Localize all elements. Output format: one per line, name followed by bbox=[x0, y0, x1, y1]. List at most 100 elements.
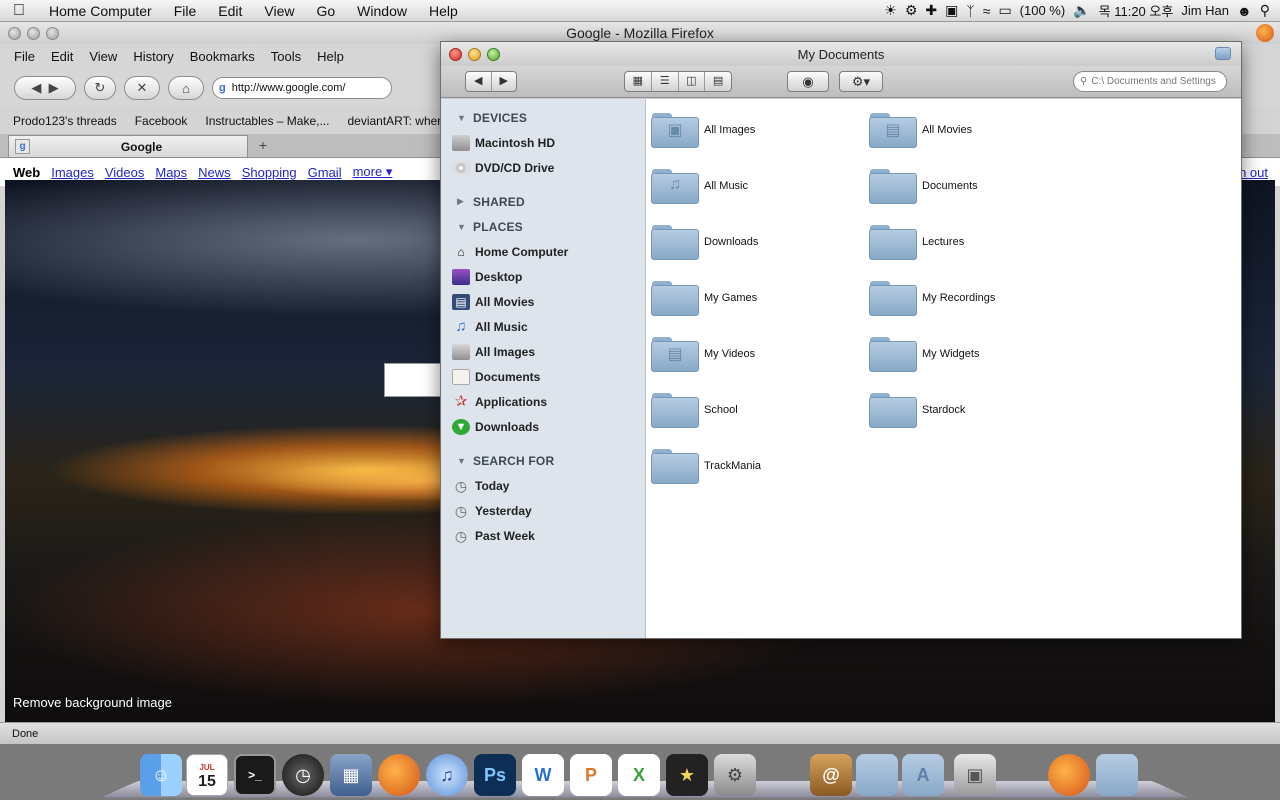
ff-menu-tools[interactable]: Tools bbox=[263, 49, 309, 64]
back-forward-button[interactable]: ◀ ▶ bbox=[14, 76, 76, 100]
menu-edit[interactable]: Edit bbox=[207, 3, 253, 19]
back-icon[interactable]: ◀ bbox=[31, 80, 41, 96]
folder-all-images[interactable]: ▣ All Images bbox=[651, 107, 861, 153]
google-link-web[interactable]: Web bbox=[13, 165, 40, 180]
bookmark-item[interactable]: Facebook bbox=[135, 114, 188, 128]
trash-icon[interactable]: ▣ bbox=[954, 754, 996, 796]
bluetooth-icon[interactable]: ᛉ bbox=[966, 3, 974, 19]
new-tab-button[interactable]: + bbox=[252, 137, 274, 157]
folder-downloads[interactable]: Downloads bbox=[651, 219, 861, 265]
coverflow-view-icon[interactable]: ▤ bbox=[705, 72, 731, 91]
bookmark-item[interactable]: deviantART: where bbox=[347, 114, 448, 128]
cross-icon[interactable]: ✚ bbox=[925, 2, 937, 19]
disclosure-open-icon[interactable]: ▼ bbox=[457, 456, 473, 466]
sidebar-item-home-computer[interactable]: ⌂ Home Computer bbox=[441, 239, 645, 264]
imovie-app-icon[interactable]: ★ bbox=[666, 754, 708, 796]
google-link-shopping[interactable]: Shopping bbox=[242, 165, 297, 180]
stop-button[interactable]: ✕ bbox=[124, 76, 160, 100]
applications-stack-icon[interactable]: A bbox=[902, 754, 944, 796]
google-link-gmail[interactable]: Gmail bbox=[308, 165, 342, 180]
wifi-icon[interactable]: ≈ bbox=[983, 3, 991, 19]
google-link-maps[interactable]: Maps bbox=[155, 165, 187, 180]
sidebar-item-downloads[interactable]: ▼ Downloads bbox=[441, 414, 645, 439]
windows-app-icon[interactable]: ▦ bbox=[330, 754, 372, 796]
sidebar-heading-devices[interactable]: ▼ DEVICES bbox=[441, 105, 645, 130]
finder-app-icon[interactable]: ☺ bbox=[140, 754, 182, 796]
menu-app-name[interactable]: Home Computer bbox=[38, 3, 163, 19]
forward-icon[interactable]: ▶ bbox=[492, 72, 517, 91]
google-link-images[interactable]: Images bbox=[51, 165, 94, 180]
list-view-icon[interactable]: ☰ bbox=[652, 72, 679, 91]
battery-percent[interactable]: (100 %) bbox=[1020, 3, 1066, 18]
tab-google[interactable]: g Google bbox=[8, 135, 248, 157]
google-search-input[interactable] bbox=[384, 363, 444, 397]
spotlight-icon[interactable]: ⚲ bbox=[1260, 2, 1270, 19]
menu-view[interactable]: View bbox=[253, 3, 305, 19]
calendar-app-icon[interactable]: JUL 15 bbox=[186, 754, 228, 796]
photoshop-app-icon[interactable]: Ps bbox=[474, 754, 516, 796]
apple-menu-icon[interactable]:  bbox=[0, 2, 38, 20]
clock[interactable]: 목 11:20 오후 bbox=[1099, 1, 1174, 20]
sidebar-item-all-images[interactable]: All Images bbox=[441, 339, 645, 364]
sidebar-item-documents[interactable]: Documents bbox=[441, 364, 645, 389]
folder-my-recordings[interactable]: My Recordings bbox=[869, 275, 1079, 321]
user-name[interactable]: Jim Han bbox=[1181, 3, 1229, 18]
word-app-icon[interactable]: W bbox=[522, 754, 564, 796]
back-icon[interactable]: ◀ bbox=[466, 72, 492, 91]
display-icon[interactable]: ▣ bbox=[945, 2, 958, 19]
gears-icon[interactable]: ⚙ bbox=[905, 2, 918, 19]
excel-app-icon[interactable]: X bbox=[618, 754, 660, 796]
folder-stack-icon[interactable] bbox=[1096, 754, 1138, 796]
terminal-app-icon[interactable]: >_ bbox=[234, 754, 276, 796]
bookmark-item[interactable]: Instructables – Make,... bbox=[205, 114, 329, 128]
menu-go[interactable]: Go bbox=[305, 3, 346, 19]
dashboard-app-icon[interactable]: ◷ bbox=[282, 754, 324, 796]
disclosure-closed-icon[interactable]: ▶ bbox=[457, 196, 473, 207]
folder-all-movies[interactable]: ▤ All Movies bbox=[869, 107, 1079, 153]
sidebar-heading-shared[interactable]: ▶ SHARED bbox=[441, 189, 645, 214]
column-view-icon[interactable]: ◫ bbox=[679, 72, 706, 91]
icon-view-icon[interactable]: ▦ bbox=[625, 72, 652, 91]
sign-out-link[interactable]: n out bbox=[1239, 165, 1268, 180]
battery-icon[interactable]: ▭ bbox=[998, 2, 1011, 19]
google-link-videos[interactable]: Videos bbox=[105, 165, 145, 180]
firefox-app-icon[interactable] bbox=[378, 754, 420, 796]
sidebar-item-past-week[interactable]: ◷ Past Week bbox=[441, 523, 645, 548]
menu-help[interactable]: Help bbox=[418, 3, 469, 19]
bomb-icon[interactable]: ☀ bbox=[884, 2, 897, 19]
reload-button[interactable]: ↻ bbox=[84, 76, 116, 100]
sidebar-heading-search-for[interactable]: ▼ SEARCH FOR bbox=[441, 448, 645, 473]
users-icon[interactable]: ☻ bbox=[1237, 3, 1252, 19]
folder-my-widgets[interactable]: My Widgets bbox=[869, 331, 1079, 377]
folder-lectures[interactable]: Lectures bbox=[869, 219, 1079, 265]
forward-icon[interactable]: ▶ bbox=[49, 80, 59, 96]
sidebar-item-applications[interactable]: ✰ Applications bbox=[441, 389, 645, 414]
bookmark-item[interactable]: Prodo123's threads bbox=[13, 114, 117, 128]
sidebar-item-desktop[interactable]: Desktop bbox=[441, 264, 645, 289]
url-text[interactable]: http://www.google.com/ bbox=[232, 82, 346, 94]
volume-icon[interactable]: 🔈 bbox=[1073, 2, 1090, 19]
ff-menu-help[interactable]: Help bbox=[309, 49, 352, 64]
disclosure-open-icon[interactable]: ▼ bbox=[457, 113, 473, 123]
folder-my-videos[interactable]: ▤ My Videos bbox=[651, 331, 861, 377]
address-book-icon[interactable]: @ bbox=[810, 754, 852, 796]
google-link-news[interactable]: News bbox=[198, 165, 231, 180]
folder-documents[interactable]: Documents bbox=[869, 163, 1079, 209]
action-menu-button[interactable]: ⚙▾ bbox=[839, 71, 883, 92]
folder-trackmania[interactable]: TrackMania bbox=[651, 443, 861, 489]
sidebar-item-dvd-drive[interactable]: DVD/CD Drive bbox=[441, 155, 645, 180]
ff-menu-history[interactable]: History bbox=[125, 49, 181, 64]
ff-menu-edit[interactable]: Edit bbox=[43, 49, 81, 64]
documents-stack-icon[interactable] bbox=[856, 754, 898, 796]
ff-menu-bookmarks[interactable]: Bookmarks bbox=[182, 49, 263, 64]
powerpoint-app-icon[interactable]: P bbox=[570, 754, 612, 796]
sidebar-item-all-movies[interactable]: ▤ All Movies bbox=[441, 289, 645, 314]
remove-background-link[interactable]: Remove background image bbox=[13, 695, 172, 710]
sidebar-heading-places[interactable]: ▼ PLACES bbox=[441, 214, 645, 239]
url-bar[interactable]: g http://www.google.com/ bbox=[212, 77, 392, 99]
sidebar-item-today[interactable]: ◷ Today bbox=[441, 473, 645, 498]
ff-menu-file[interactable]: File bbox=[0, 49, 43, 64]
sidebar-item-macintosh-hd[interactable]: Macintosh HD bbox=[441, 130, 645, 155]
folder-my-games[interactable]: My Games bbox=[651, 275, 861, 321]
folder-stardock[interactable]: Stardock bbox=[869, 387, 1079, 433]
